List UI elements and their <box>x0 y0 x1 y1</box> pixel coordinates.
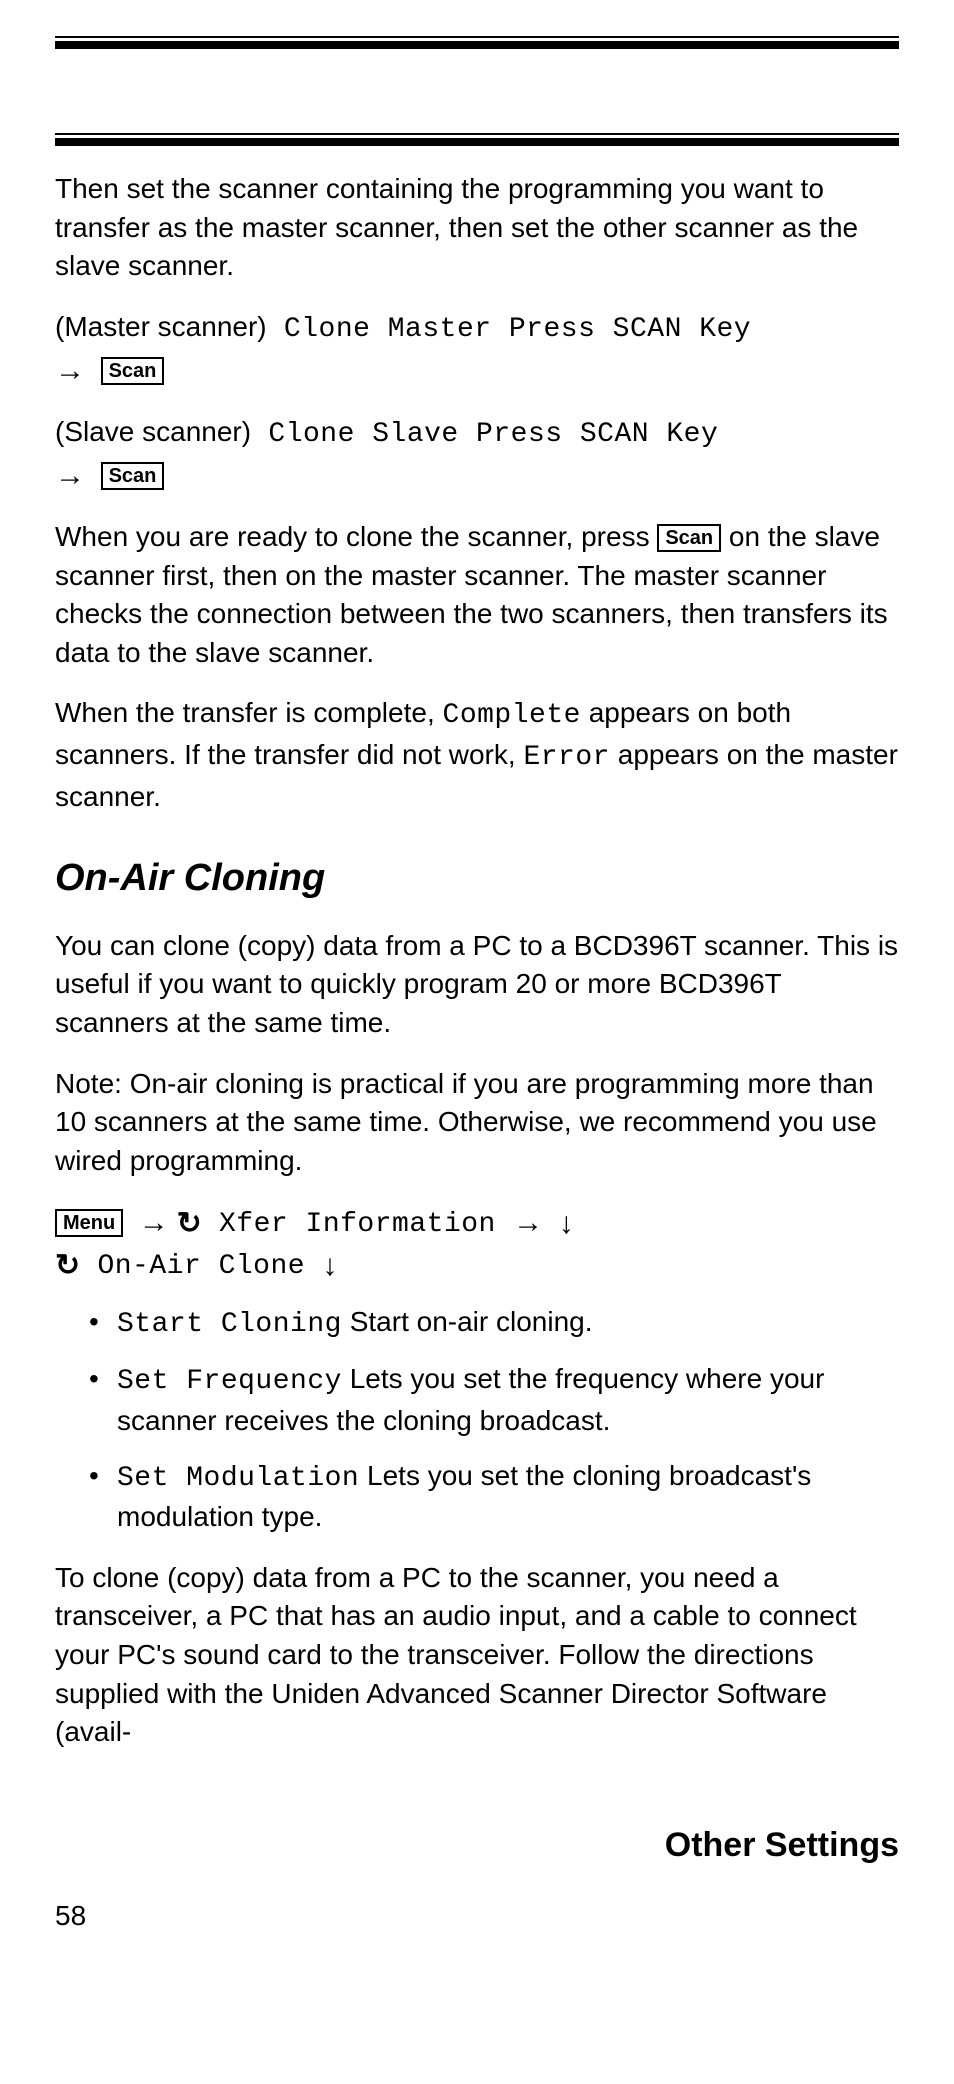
onair-note-paragraph: Note: On-air cloning is practical if you… <box>55 1065 899 1181</box>
slave-scanner-line: (Slave scanner) Clone Slave Press SCAN K… <box>55 413 899 496</box>
arrow-right-icon: → <box>139 1206 169 1239</box>
scroll-icon: ↻ <box>55 1249 80 1282</box>
second-rule <box>55 133 899 146</box>
slave-label: (Slave scanner) <box>55 416 251 447</box>
list-item: Start Cloning Start on-air cloning. <box>89 1303 899 1345</box>
menu-keycap: Menu <box>55 1209 123 1237</box>
complete-word: Complete <box>443 700 581 731</box>
scan-keycap: Scan <box>657 524 721 552</box>
list-desc: Start on-air cloning. <box>342 1306 593 1337</box>
list-item: Set Frequency Lets you set the frequency… <box>89 1360 899 1440</box>
complete-paragraph: When the transfer is complete, Complete … <box>55 694 899 816</box>
body-text: When you are ready to clone the scanner,… <box>55 521 657 552</box>
heading-on-air-cloning: On-Air Cloning <box>55 852 899 904</box>
menu-path-line: Menu → ↻ Xfer Information → ↓ ↻ On-Air C… <box>55 1202 899 1286</box>
page-number: 58 <box>55 1897 899 1936</box>
list-cmd: Start Cloning <box>117 1309 342 1340</box>
arrow-right-icon: → <box>55 354 85 387</box>
option-list: Start Cloning Start on-air cloning. Set … <box>89 1303 899 1537</box>
slave-display-text: Clone Slave Press SCAN Key <box>251 419 718 450</box>
menu-xfer-text: Xfer Information <box>202 1209 513 1240</box>
error-word: Error <box>523 742 610 773</box>
onair-intro-paragraph: You can clone (copy) data from a PC to a… <box>55 927 899 1043</box>
scan-keycap: Scan <box>101 357 165 385</box>
scroll-icon: ↻ <box>177 1207 202 1240</box>
arrow-down-icon: ↓ <box>322 1249 337 1282</box>
arrow-right-icon: → <box>513 1206 543 1239</box>
closing-paragraph: To clone (copy) data from a PC to the sc… <box>55 1559 899 1752</box>
body-text: When the transfer is complete, <box>55 697 443 728</box>
top-rule <box>55 36 899 49</box>
master-label: (Master scanner) <box>55 311 267 342</box>
arrow-right-icon: → <box>55 459 85 492</box>
master-scanner-line: (Master scanner) Clone Master Press SCAN… <box>55 308 899 391</box>
menu-onair-text: On-Air Clone <box>80 1251 322 1282</box>
scan-keycap: Scan <box>101 462 165 490</box>
list-item: Set Modulation Lets you set the cloning … <box>89 1457 899 1537</box>
arrow-down-icon: ↓ <box>559 1207 574 1240</box>
master-display-text: Clone Master Press SCAN Key <box>267 314 751 345</box>
list-cmd: Set Frequency <box>117 1366 342 1397</box>
intro-paragraph: Then set the scanner containing the prog… <box>55 170 899 286</box>
list-cmd: Set Modulation <box>117 1463 359 1494</box>
press-scan-paragraph: When you are ready to clone the scanner,… <box>55 518 899 673</box>
section-footer-title: Other Settings <box>55 1822 899 1869</box>
